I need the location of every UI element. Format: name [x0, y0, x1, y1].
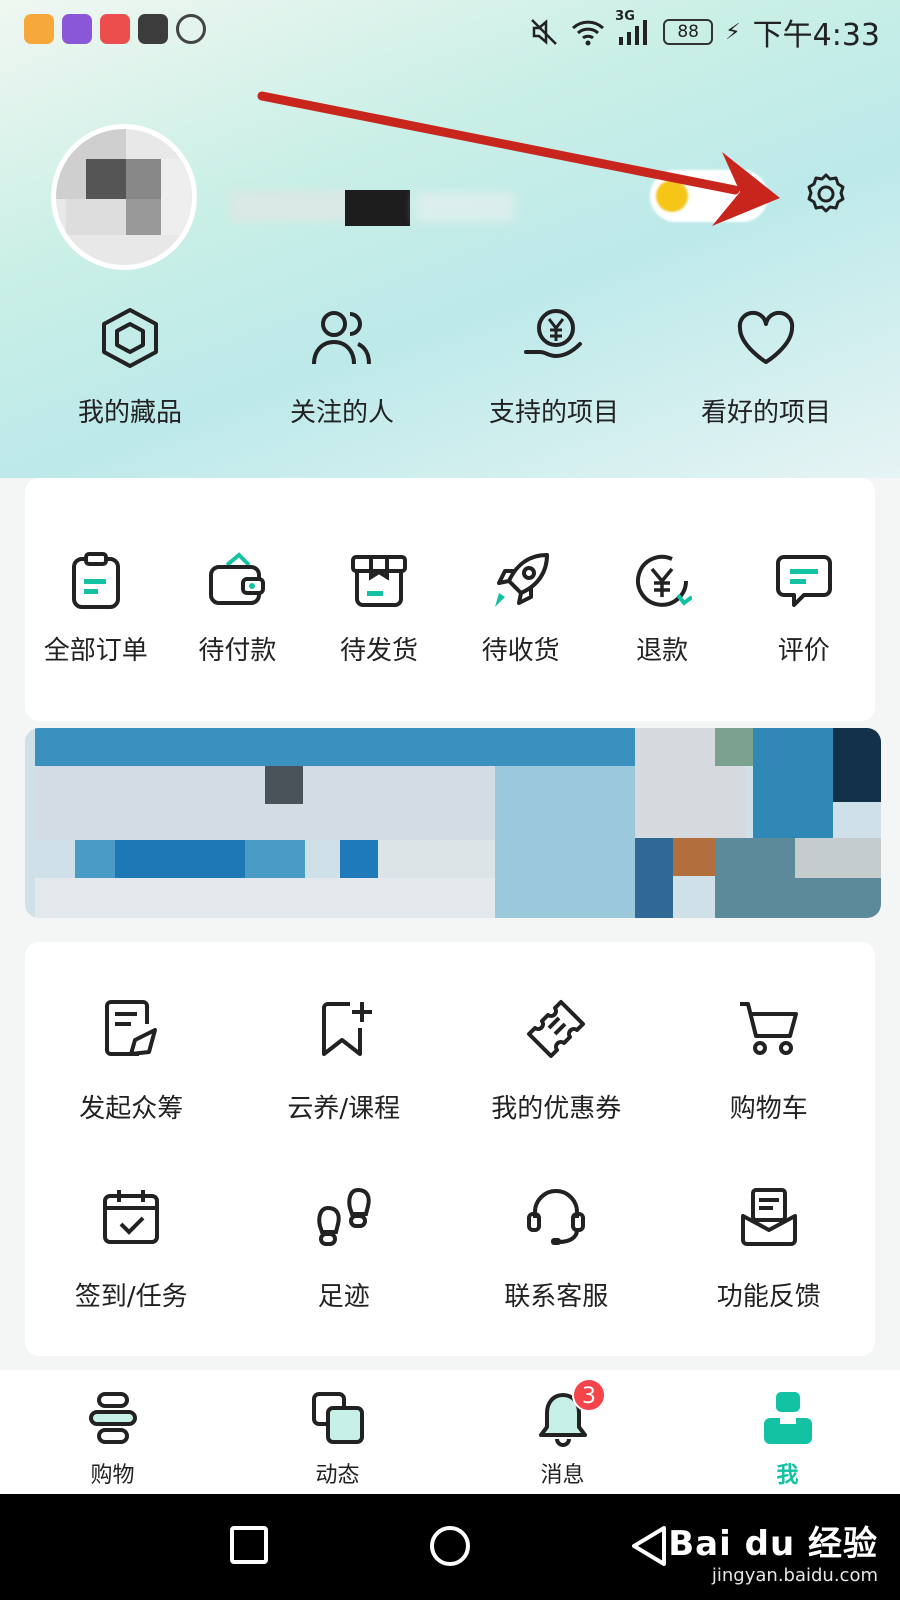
tool-coupons[interactable]: 我的优惠券	[450, 996, 663, 1125]
order-refund[interactable]: 退款	[591, 548, 733, 667]
battery-indicator: 88	[663, 19, 714, 45]
unread-badge: 3	[572, 1378, 606, 1412]
tool-label: 购物车	[729, 1094, 808, 1124]
red-app-icon	[100, 14, 130, 44]
tool-label: 联系客服	[504, 1282, 609, 1312]
order-review[interactable]: 评价	[733, 548, 875, 667]
avatar[interactable]	[51, 124, 197, 270]
order-pending-shipment[interactable]: 待发货	[308, 548, 450, 667]
yen-refund-icon	[632, 551, 694, 615]
tool-feedback[interactable]: 功能反馈	[663, 1184, 876, 1313]
tool-customer-service[interactable]: 联系客服	[450, 1184, 663, 1313]
member-level-badge[interactable]	[650, 170, 768, 222]
baidu-jingyan-watermark: Bai du 经验 jingyan.baidu.com	[668, 1516, 878, 1586]
quick-link-collections[interactable]: 我的藏品	[24, 300, 236, 429]
status-indicators: 3G 88 ⚡ 下午4:33	[529, 9, 880, 54]
tool-label: 签到/任务	[74, 1282, 188, 1312]
quick-link-label: 我的藏品	[77, 398, 182, 428]
clipboard-icon	[68, 551, 124, 615]
watermark-sub: jingyan.baidu.com	[711, 1565, 878, 1586]
tools-card: 发起众筹 云养/课程 我的优惠券 购物车 签到/任务 足迹 联系客服 功能反馈	[25, 942, 875, 1356]
tool-cart[interactable]: 购物车	[663, 996, 876, 1125]
recents-button[interactable]	[228, 1524, 270, 1570]
layers-icon	[310, 1390, 366, 1450]
headset-icon	[525, 1186, 587, 1252]
yen-hand-icon	[522, 306, 586, 374]
tab-shopping[interactable]: 购物	[0, 1370, 225, 1494]
tool-label: 云养/课程	[287, 1094, 401, 1124]
person-icon	[760, 1390, 816, 1450]
watermark-main: Bai du 经验	[668, 1524, 878, 1564]
tool-start-crowdfunding[interactable]: 发起众筹	[25, 996, 238, 1125]
box-icon	[349, 551, 409, 615]
wifi-icon	[571, 17, 605, 47]
calendar-check-icon	[101, 1186, 161, 1252]
rocket-icon	[491, 551, 551, 615]
signal-icon: 3G	[615, 9, 651, 47]
tool-cloud-courses[interactable]: 云养/课程	[238, 996, 451, 1125]
tab-me[interactable]: 我	[675, 1370, 900, 1494]
tool-label: 功能反馈	[716, 1282, 821, 1312]
order-label: 待付款	[198, 636, 277, 666]
shop-icon	[87, 1390, 139, 1450]
coin-icon	[656, 180, 688, 212]
order-label: 待发货	[339, 636, 418, 666]
quick-link-supported[interactable]: 支持的项目	[448, 300, 660, 429]
mail-icon	[739, 1186, 799, 1252]
order-label: 待收货	[481, 636, 560, 666]
tab-label: 消息	[540, 1463, 585, 1488]
tool-label: 我的优惠券	[491, 1094, 622, 1124]
huawei-app-icon	[138, 14, 168, 44]
footprints-icon	[312, 1186, 376, 1252]
tab-label: 动态	[315, 1463, 360, 1488]
mute-icon	[529, 17, 559, 47]
quick-link-favorites[interactable]: 看好的项目	[660, 300, 872, 429]
users-icon	[310, 306, 374, 374]
status-time: 下午4:33	[752, 18, 880, 53]
tab-messages[interactable]: 3 消息	[450, 1370, 675, 1494]
tool-label: 发起众筹	[79, 1094, 184, 1124]
wallet-icon	[207, 551, 267, 615]
network-type: 3G	[615, 9, 635, 24]
home-button[interactable]	[428, 1524, 472, 1572]
orange-app-icon	[24, 14, 54, 44]
quick-link-following[interactable]: 关注的人	[236, 300, 448, 429]
cart-icon	[738, 998, 800, 1064]
tab-activity[interactable]: 动态	[225, 1370, 450, 1494]
tool-checkin-tasks[interactable]: 签到/任务	[25, 1184, 238, 1313]
bottom-tab-bar: 购物 动态 3 消息 我	[0, 1370, 900, 1494]
tab-label: 购物	[90, 1463, 135, 1488]
ticket-icon	[525, 998, 587, 1064]
quick-links: 我的藏品 关注的人 支持的项目 看好的项目	[0, 300, 900, 429]
cube-icon	[98, 306, 162, 374]
system-navigation-bar: Bai du 经验 jingyan.baidu.com	[0, 1494, 900, 1600]
orders-card: 全部订单 待付款 待发货 待收货 退款 评价	[25, 478, 875, 721]
order-label: 全部订单	[43, 636, 148, 666]
heart-icon	[734, 306, 798, 374]
purple-app-icon	[62, 14, 92, 44]
edit-doc-icon	[101, 998, 161, 1064]
order-pending-receipt[interactable]: 待收货	[450, 548, 592, 667]
notification-app-icons	[24, 14, 206, 44]
back-button[interactable]	[628, 1524, 670, 1572]
shield-app-icon	[176, 14, 206, 44]
order-all[interactable]: 全部订单	[25, 548, 167, 667]
gear-icon	[802, 170, 850, 222]
tool-label: 足迹	[317, 1282, 370, 1312]
tab-label: 我	[776, 1463, 799, 1488]
promo-banner[interactable]	[25, 728, 881, 918]
order-pending-payment[interactable]: 待付款	[167, 548, 309, 667]
order-label: 退款	[636, 636, 689, 666]
quick-link-label: 关注的人	[289, 398, 394, 428]
status-bar: 3G 88 ⚡ 下午4:33	[0, 0, 900, 60]
tool-footprints[interactable]: 足迹	[238, 1184, 451, 1313]
bookmark-plus-icon	[314, 998, 374, 1064]
charging-icon: ⚡	[725, 19, 741, 45]
order-label: 评价	[777, 636, 830, 666]
quick-link-label: 看好的项目	[700, 398, 831, 428]
username-redacted	[230, 190, 520, 228]
comment-icon	[774, 551, 834, 615]
settings-button[interactable]	[800, 170, 852, 222]
quick-link-label: 支持的项目	[488, 398, 619, 428]
